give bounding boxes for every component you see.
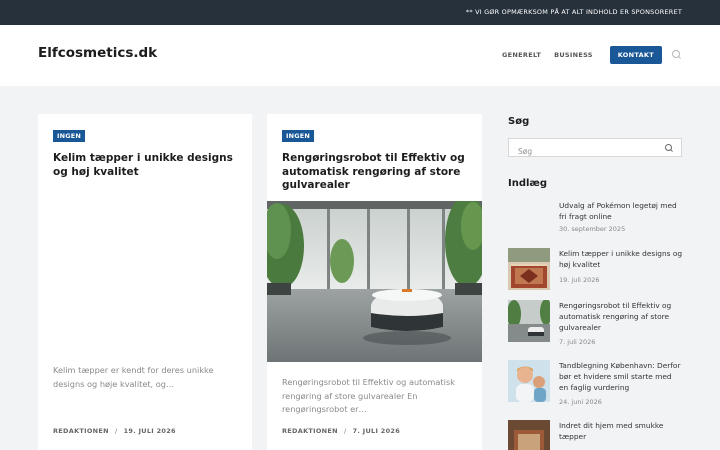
recent-post-date: 7. juli 2026: [559, 338, 596, 346]
post-date: 7. JULI 2026: [352, 427, 401, 435]
recent-post-date: 19. juli 2026: [559, 276, 600, 284]
meta-separator: /: [114, 427, 118, 435]
smile-thumbnail[interactable]: [508, 360, 550, 402]
recent-post-title[interactable]: Indret dit hjem med smukke tæpper: [559, 420, 683, 442]
post-author[interactable]: REDAKTIONEN: [53, 427, 109, 435]
recent-post-title[interactable]: Rengøringsrobot til Effektiv og automati…: [559, 300, 683, 334]
robot-vacuum-image[interactable]: [267, 201, 482, 362]
search-icon[interactable]: [665, 144, 674, 153]
recent-post-date: 24. juni 2026: [559, 398, 602, 406]
post-card[interactable]: INGEN Kelim tæpper i unikke designs og h…: [38, 114, 252, 450]
recent-post-item[interactable]: Kelim tæpper i unikke designs og høj kva…: [508, 248, 683, 293]
main-nav: GENERELT BUSINESS KONTAKT: [502, 46, 682, 64]
post-excerpt: Kelim tæpper er kendt for deres unikke d…: [53, 365, 214, 389]
contact-button[interactable]: KONTAKT: [609, 46, 662, 64]
recent-post-title[interactable]: Kelim tæpper i unikke designs og høj kva…: [559, 248, 683, 270]
recent-post-title[interactable]: Udvalg af Pokémon legetøj med fri fragt …: [559, 200, 683, 222]
site-logo[interactable]: Elfcosmetics.dk: [38, 45, 157, 61]
recent-post-item[interactable]: Rengøringsrobot til Effektiv og automati…: [508, 300, 683, 346]
recent-post-date: 30. september 2025: [559, 225, 626, 233]
posts-heading: Indlæg: [508, 178, 548, 189]
search-input[interactable]: [509, 143, 659, 160]
search-box: [508, 138, 682, 160]
site-header: Elfcosmetics.dk GENERELT BUSINESS KONTAK…: [0, 25, 720, 86]
top-notice-bar: ** VI GØR OPMÆRKSOM PÅ AT ALT INDHOLD ER…: [0, 0, 720, 25]
nav-item-generelt[interactable]: GENERELT: [502, 51, 541, 59]
post-card[interactable]: INGEN Rengøringsrobot til Effektiv og au…: [267, 114, 482, 450]
recent-post-title[interactable]: Tandblegning København: Derfor bør et hv…: [559, 360, 683, 394]
post-author[interactable]: REDAKTIONEN: [282, 427, 338, 435]
post-meta: REDAKTIONEN / 7. JULI 2026: [282, 427, 400, 435]
meta-separator: /: [343, 427, 347, 435]
rug-thumbnail[interactable]: [508, 248, 550, 290]
recent-post-item[interactable]: Udvalg af Pokémon legetøj med fri fragt …: [508, 200, 683, 245]
post-meta: REDAKTIONEN / 19. JULI 2026: [53, 427, 176, 435]
post-excerpt: Rengøringsrobot til Effektiv og automati…: [282, 377, 455, 414]
category-badge[interactable]: INGEN: [53, 130, 86, 142]
post-title[interactable]: Rengøringsrobot til Effektiv og automati…: [282, 152, 470, 193]
sponsor-notice: ** VI GØR OPMÆRKSOM PÅ AT ALT INDHOLD ER…: [465, 8, 682, 16]
post-title[interactable]: Kelim tæpper i unikke designs og høj kva…: [53, 152, 240, 179]
post-date: 19. JULI 2026: [123, 427, 176, 435]
nav-item-business[interactable]: BUSINESS: [554, 51, 593, 59]
recent-post-item[interactable]: Indret dit hjem med smukke tæpper: [508, 420, 683, 450]
rug-thumbnail[interactable]: [508, 420, 550, 450]
search-heading: Søg: [508, 116, 530, 127]
category-badge[interactable]: INGEN: [282, 130, 315, 142]
robot-thumbnail[interactable]: [508, 300, 550, 342]
search-icon[interactable]: [672, 50, 682, 60]
recent-post-item[interactable]: Tandblegning København: Derfor bør et hv…: [508, 360, 683, 406]
